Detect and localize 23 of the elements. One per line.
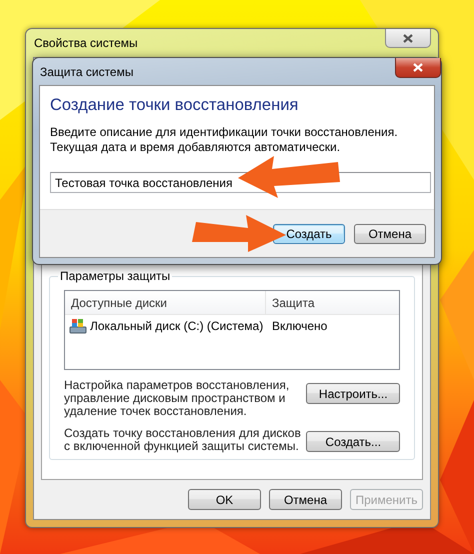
group-label: Параметры защиты (58, 269, 172, 283)
dialog-button[interactable]: Отмена (354, 224, 426, 244)
drive-icon (69, 318, 87, 334)
close-button[interactable] (385, 29, 431, 48)
table-cell-text: Включено (271, 319, 328, 333)
table-cell: Локальный диск (C:) (Система) (90, 319, 264, 333)
close-button[interactable] (395, 58, 441, 78)
column-header[interactable]: Защита (266, 291, 399, 314)
dialog-button[interactable]: Создать (273, 224, 345, 244)
dialog-title: Защита системы (39, 64, 134, 78)
action-button[interactable]: Настроить... (306, 383, 400, 404)
column-header[interactable]: Доступные диски (65, 291, 266, 314)
close-icon (413, 62, 423, 72)
dialog-button[interactable]: OK (188, 489, 261, 510)
window-title: Свойства системы (33, 36, 138, 50)
drive-list[interactable]: Доступные диски Защита Локальный диск (C:) (Система) Включено (64, 290, 400, 370)
dialog-description: Введите описание для идентификации точки восстановления. Текущая дата и время добавляются автоматически. (50, 125, 399, 155)
dialog-heading: Создание точки восстановления (50, 96, 300, 115)
dialog-button[interactable]: Отмена (269, 489, 342, 510)
action-description: Настройка параметров восстановления, управление дисковым пространством и удаление точек восстановления. (64, 379, 290, 418)
action-description: Создать точку восстановления для дисков с включенной функцией защиты системы. (64, 427, 302, 453)
action-button[interactable]: Создать... (306, 431, 400, 452)
close-icon (403, 34, 413, 42)
